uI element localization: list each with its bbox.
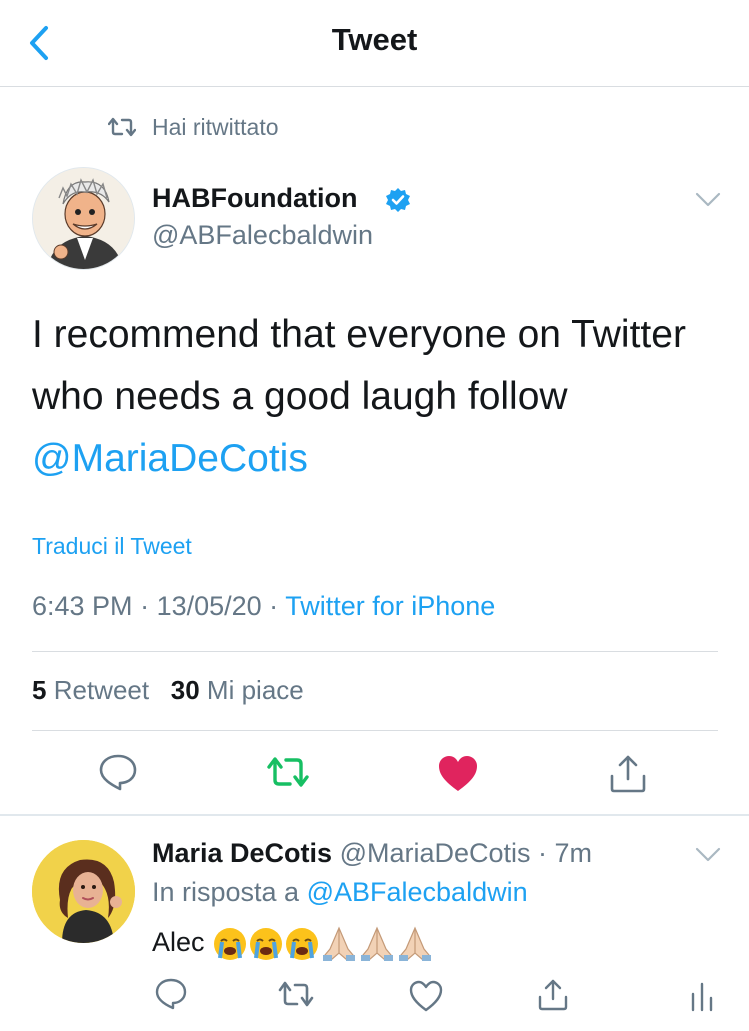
like-heart-icon[interactable] (436, 752, 480, 796)
engagement-counts: 5 Retweet 30 Mi piace (32, 675, 304, 706)
folded-hands-emoji-icon (399, 926, 432, 961)
reply-author-row: Maria DeCotis @MariaDeCotis · 7m (152, 838, 592, 869)
mention-link[interactable]: @MariaDeCotis (32, 437, 308, 480)
loudly-crying-face-emoji-icon (250, 928, 283, 960)
author-name[interactable]: HABFoundation (152, 183, 357, 214)
retweet-button-icon[interactable] (266, 752, 310, 796)
tweet-text: I recommend that everyone on Twitter who… (32, 304, 722, 490)
reply-author-name[interactable]: Maria DeCotis (152, 838, 332, 868)
retweets-label: Retweet (53, 675, 150, 705)
folded-hands-emoji-icon (361, 926, 394, 961)
likes-count: 30 (170, 675, 200, 705)
section-divider (0, 814, 749, 816)
tweet-metadata: 6:43 PM · 13/05/20 · Twitter for iPhone (32, 591, 496, 621)
reply-to-mention[interactable]: @ABFalecbaldwin (307, 877, 528, 907)
share-icon[interactable] (606, 752, 650, 796)
meta-separator: · (530, 838, 555, 868)
translate-tweet-link[interactable]: Traduci il Tweet (32, 533, 192, 560)
chevron-down-icon[interactable] (694, 191, 722, 209)
likes-label: Mi piace (206, 675, 304, 705)
divider (32, 730, 718, 731)
retweet-icon[interactable] (278, 978, 314, 1014)
reply-time: 7m (554, 838, 593, 868)
tweet-date: 13/05/20 (156, 591, 262, 621)
retweet-icon (108, 117, 136, 137)
tweet-text-content: I recommend that everyone on Twitter who… (32, 313, 686, 418)
verified-badge-icon (386, 188, 410, 212)
retweets-count: 5 (32, 675, 47, 705)
retweets-count-link[interactable]: 5 Retweet (32, 675, 149, 705)
loudly-crying-face-emoji-icon (214, 928, 247, 960)
reply-to-line: In risposta a @ABFalecbaldwin (152, 877, 528, 908)
avatar[interactable] (32, 840, 135, 943)
tweet-source-link[interactable]: Twitter for iPhone (285, 591, 495, 621)
reply-icon[interactable] (153, 976, 189, 1012)
author-handle[interactable]: @ABFalecbaldwin (152, 220, 373, 251)
avatar[interactable] (32, 167, 135, 270)
reply-avatar-image (32, 840, 135, 943)
page-title: Tweet (331, 22, 418, 57)
reply-author-handle[interactable]: @MariaDeCotis (340, 838, 531, 868)
chevron-down-icon[interactable] (694, 846, 722, 864)
like-heart-icon[interactable] (408, 978, 444, 1014)
reply-text: Alec (152, 925, 434, 963)
reply-text-content: Alec (152, 927, 205, 958)
loudly-crying-face-emoji-icon (286, 928, 319, 960)
share-icon[interactable] (535, 977, 571, 1013)
retweet-context-label: Hai ritwittato (152, 114, 279, 140)
likes-count-link[interactable]: 30 Mi piace (171, 675, 304, 705)
divider (32, 651, 718, 652)
reply-to-prefix: In risposta a (152, 877, 300, 907)
reply-icon[interactable] (96, 750, 140, 794)
analytics-icon[interactable] (684, 978, 720, 1014)
caricature-avatar-image (33, 168, 134, 269)
tweet-time: 6:43 PM (32, 591, 133, 621)
navigation-bar: Tweet (0, 0, 749, 87)
folded-hands-emoji-icon (323, 926, 356, 961)
